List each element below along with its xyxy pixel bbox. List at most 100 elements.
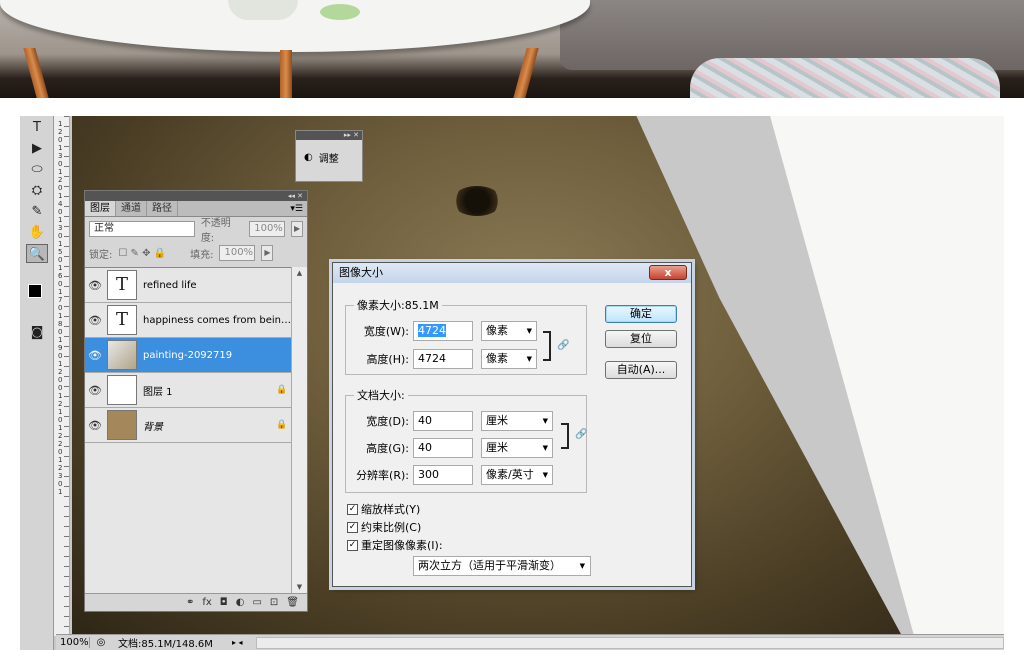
pixel-width-unit-select[interactable]: 像素 xyxy=(481,321,537,341)
lock-icon: 🔒 xyxy=(276,420,288,430)
background-photo xyxy=(0,0,1024,98)
mask-icon[interactable]: ◘ xyxy=(220,597,228,608)
ellipse-tool-icon[interactable]: ⬭ xyxy=(26,160,48,179)
opacity-input[interactable]: 100% xyxy=(249,221,286,237)
scroll-up-icon[interactable]: ▲ xyxy=(292,267,307,279)
background-layer-thumb xyxy=(107,410,137,440)
trash-icon[interactable]: 🗑 xyxy=(286,597,299,608)
layer-name: happiness comes from being ... xyxy=(143,314,291,326)
layers-panel-header[interactable]: ◂◂ ✕ xyxy=(85,191,307,201)
pixel-height-label: 高度(H): xyxy=(366,353,409,366)
pixel-width-input[interactable]: 4724 xyxy=(413,321,473,341)
layer-list: 👁 T refined life 👁 T happiness comes fro… xyxy=(85,267,291,593)
panel-menu-icon[interactable]: ▾☰ xyxy=(290,201,307,216)
layer-row[interactable]: 👁 T happiness comes from being ... xyxy=(85,303,291,338)
pixel-height-input[interactable]: 4724 xyxy=(413,349,473,369)
lock-icons[interactable]: ☐ ✎ ✥ 🔒 xyxy=(118,248,166,259)
scale-styles-checkbox[interactable]: ✓ 缩放样式(Y) xyxy=(347,501,420,517)
decor-ball-image xyxy=(320,4,360,20)
ruler-numbers: 1201301201401301501601701801901200121012… xyxy=(58,120,63,496)
3d-orbit-tool-icon[interactable]: ✎ xyxy=(26,202,48,221)
pixel-height-row: 高度(H): 4724 像素 xyxy=(357,349,537,369)
visibility-eye-icon[interactable]: 👁 xyxy=(85,384,105,397)
status-info-icon[interactable]: ◎ xyxy=(90,637,112,648)
fill-input[interactable]: 100% xyxy=(219,245,256,261)
adjust-panel-button[interactable]: ◐ 调整 xyxy=(296,140,362,175)
new-layer-icon[interactable]: ⊡ xyxy=(270,597,278,608)
tab-channels[interactable]: 通道 xyxy=(116,201,147,216)
layer-row-selected[interactable]: 👁 painting-2092719 xyxy=(85,338,291,373)
layer-row[interactable]: 👁 背景 🔒 xyxy=(85,408,291,443)
status-bar: 100% ◎ 文档:85.1M/148.6M ▸ ◂ xyxy=(56,634,1004,650)
blend-mode-select[interactable]: 正常 xyxy=(89,221,195,237)
visibility-eye-icon[interactable]: 👁 xyxy=(85,314,105,327)
fx-icon[interactable]: fx xyxy=(202,597,211,608)
path-select-tool-icon[interactable]: ▶ xyxy=(26,139,48,158)
glass-image xyxy=(228,0,298,20)
doc-height-label: 高度(G): xyxy=(366,442,409,455)
doc-width-input[interactable]: 40 xyxy=(413,411,473,431)
constrain-proportions-label: 约束比例(C) xyxy=(361,521,422,534)
visibility-eye-icon[interactable]: 👁 xyxy=(85,349,105,362)
adjustment-layer-icon[interactable]: ◐ xyxy=(236,597,245,608)
adjust-panel-header[interactable]: ▸▸ ✕ xyxy=(296,131,362,140)
table-leg xyxy=(513,48,539,98)
tab-layers[interactable]: 图层 xyxy=(85,201,116,216)
type-tool-icon[interactable]: T xyxy=(26,118,48,137)
pixel-height-unit-select[interactable]: 像素 xyxy=(481,349,537,369)
reset-button[interactable]: 复位 xyxy=(605,330,677,348)
tab-paths[interactable]: 路径 xyxy=(147,201,178,216)
status-nav-arrows[interactable]: ▸ ◂ xyxy=(232,638,256,647)
layer-name: refined life xyxy=(143,279,197,291)
checkbox-check-icon[interactable]: ✓ xyxy=(347,521,358,533)
doc-height-unit-select[interactable]: 厘米 xyxy=(481,438,553,458)
layers-panel: ◂◂ ✕ 图层 通道 路径 ▾☰ 正常 不透明度: 100% ▶ 锁定: ☐ ✎… xyxy=(84,190,308,612)
foreground-color-swatch[interactable] xyxy=(28,284,42,298)
scroll-down-icon[interactable]: ▼ xyxy=(292,581,307,593)
doc-width-label: 宽度(D): xyxy=(366,415,409,428)
resolution-row: 分辨率(R): 300 像素/英寸 xyxy=(345,465,553,485)
resolution-label: 分辨率(R): xyxy=(356,469,409,482)
visibility-eye-icon[interactable]: 👁 xyxy=(85,279,105,292)
pixel-link-bracket xyxy=(543,331,551,361)
checkbox-check-icon[interactable]: ✓ xyxy=(347,539,358,551)
document-size-legend: 文档大小: xyxy=(357,389,405,402)
tools-panel: T ▶ ⬭ ⛭ ✎ ✋ 🔍 ◙ xyxy=(20,116,54,650)
zoom-level[interactable]: 100% xyxy=(56,637,90,648)
opacity-arrow-icon[interactable]: ▶ xyxy=(291,221,303,237)
blank-layer-thumb xyxy=(107,375,137,405)
resolution-unit-select[interactable]: 像素/英寸 xyxy=(481,465,553,485)
doc-width-row: 宽度(D): 40 厘米 xyxy=(357,411,553,431)
group-icon[interactable]: ▭ xyxy=(252,597,261,608)
horse-eye xyxy=(452,186,502,216)
resample-method-select[interactable]: 两次立方（适用于平滑渐变） xyxy=(413,556,591,576)
close-button[interactable]: x xyxy=(649,265,687,280)
layer-row[interactable]: 👁 图层 1 🔒 xyxy=(85,373,291,408)
doc-height-input[interactable]: 40 xyxy=(413,438,473,458)
quick-mask-icon[interactable]: ◙ xyxy=(26,323,48,342)
zoom-tool-icon[interactable]: 🔍 xyxy=(26,244,48,263)
layer-row[interactable]: 👁 T refined life xyxy=(85,268,291,303)
doc-width-unit-select[interactable]: 厘米 xyxy=(481,411,553,431)
layers-panel-tabs: 图层 通道 路径 ▾☰ xyxy=(85,201,307,217)
fill-label: 填充: xyxy=(190,249,214,261)
link-layers-icon[interactable]: ⚭ xyxy=(186,597,194,608)
auto-button[interactable]: 自动(A)... xyxy=(605,361,677,379)
3d-rotate-tool-icon[interactable]: ⛭ xyxy=(26,181,48,200)
resample-checkbox[interactable]: ✓ 重定图像像素(I): xyxy=(347,537,443,553)
adjust-label: 调整 xyxy=(318,154,339,165)
text-layer-thumb-icon: T xyxy=(107,270,137,300)
visibility-eye-icon[interactable]: 👁 xyxy=(85,419,105,432)
layers-scrollbar[interactable]: ▲ ▼ xyxy=(291,267,307,593)
layer-name: 图层 1 xyxy=(143,386,173,398)
checkbox-check-icon[interactable]: ✓ xyxy=(347,503,358,515)
ok-button[interactable]: 确定 xyxy=(605,305,677,323)
hand-tool-icon[interactable]: ✋ xyxy=(26,223,48,242)
constrain-proportions-checkbox[interactable]: ✓ 约束比例(C) xyxy=(347,519,421,535)
horizontal-scrollbar[interactable] xyxy=(256,636,1004,649)
adjustments-panel: ▸▸ ✕ ◐ 调整 xyxy=(295,130,363,182)
layer-name: 背景 xyxy=(143,421,163,433)
fill-arrow-icon[interactable]: ▶ xyxy=(261,245,274,261)
resolution-input[interactable]: 300 xyxy=(413,465,473,485)
layer-name: painting-2092719 xyxy=(143,349,233,361)
